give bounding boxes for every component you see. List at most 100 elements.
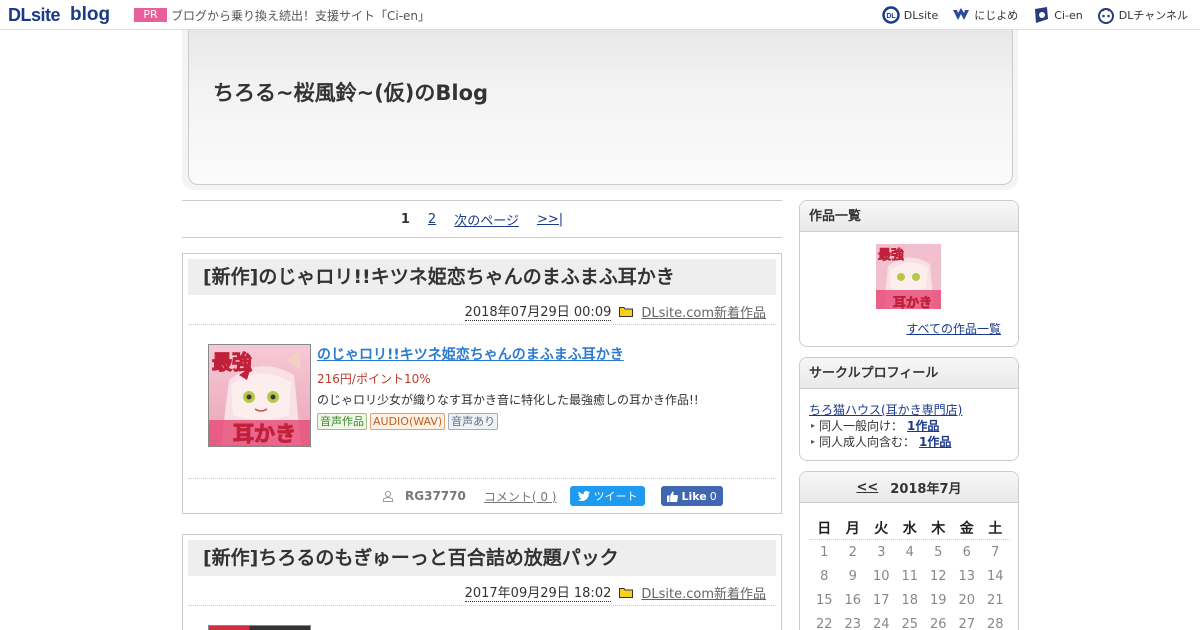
calendar-weekday-row: 日 月 火 水 木 金 土 <box>810 516 1010 540</box>
nijiyome-icon <box>953 8 970 20</box>
works-box: 作品一覧 最強 耳かき すべての作品一覧 <box>799 200 1019 347</box>
entry-title[interactable]: [新作]のじゃロリ!!キツネ姫恋ちゃんのまふまふ耳かき <box>188 259 776 295</box>
top-bar: DLsite blog PR ブログから乗り換え続出！支援サイト「Ci-en」 … <box>0 0 1200 30</box>
tag-audio-work[interactable]: 音声作品 <box>317 413 367 430</box>
calendar-day: 12 <box>929 568 947 584</box>
blog-header <box>188 30 1013 185</box>
calendar-day: 20 <box>958 592 976 608</box>
pager-current: 1 <box>400 211 410 227</box>
work-title-link[interactable]: のじゃロリ!!キツネ姫恋ちゃんのまふまふ耳かき <box>317 347 624 363</box>
calendar-week-row: 15 16 17 18 19 20 21 <box>810 588 1010 612</box>
top-links: DL DLsite にじよめ Ci-en DLチャンネル <box>882 4 1188 26</box>
calendar-day: 16 <box>844 592 862 608</box>
calendar-week-row: 8 9 10 11 12 13 14 <box>810 564 1010 588</box>
calendar-day: 24 <box>872 616 890 630</box>
calendar-day: 7 <box>991 544 1000 560</box>
calendar-day: 11 <box>901 568 919 584</box>
weekday-label: 土 <box>988 520 1003 537</box>
divider <box>188 324 776 325</box>
weekday-label: 金 <box>959 520 974 537</box>
toplink-dlsite[interactable]: DL DLsite <box>882 6 938 24</box>
adult-label: 同人成人向含む： <box>819 435 916 449</box>
facebook-like-button[interactable]: Like 0 <box>661 486 723 506</box>
calendar-day: 19 <box>929 592 947 608</box>
pr-link[interactable]: ブログから乗り換え続出！支援サイト「Ci-en」 <box>171 7 430 24</box>
dlsite-logo-text: DLsite <box>8 4 61 25</box>
calendar-day: 2 <box>848 544 857 560</box>
calendar-header: << 2018年7月 <box>800 472 1018 503</box>
circle-name-link[interactable]: ちろ猫ハウス(耳かき専門店) <box>809 401 962 418</box>
pager-page-2[interactable]: 2 <box>428 212 436 227</box>
entry-date: 2018年07月29日 00:09 <box>464 301 612 321</box>
tag-audio-wav[interactable]: AUDIO(WAV) <box>370 413 446 430</box>
profile-general-line: ▸ 同人一般向け： 1作品 <box>811 417 939 434</box>
calendar-day: 3 <box>877 544 886 560</box>
tweet-button[interactable]: ツイート <box>570 486 646 506</box>
twitter-bird-icon <box>578 491 591 501</box>
calendar-day: 26 <box>929 616 947 630</box>
entry-category-link[interactable]: DLsite.com新着作品 <box>641 302 766 321</box>
blog-entry: [新作]のじゃロリ!!キツネ姫恋ちゃんのまふまふ耳かき 2018年07月29日 … <box>182 253 782 514</box>
blog-title[interactable]: ちろる~桜風鈴~(仮)のBlog <box>213 77 488 107</box>
calendar-day: 1 <box>820 544 829 560</box>
pr-badge: PR <box>134 8 167 22</box>
entry-date: 2017年09月29日 18:02 <box>464 582 612 602</box>
blog-entry: [新作]ちろるのもぎゅーっと百合詰め放題パック 2017年09月29日 18:0… <box>182 534 782 630</box>
calendar-prev-link[interactable]: << <box>856 480 878 495</box>
entry-meta: 2017年09月29日 18:02 DLsite.com新着作品 <box>464 582 766 602</box>
entry-meta: 2018年07月29日 00:09 DLsite.com新着作品 <box>464 301 766 321</box>
toplink-label: Ci-en <box>1054 8 1083 22</box>
calendar-day: 14 <box>986 568 1004 584</box>
calendar-week-row: 1 2 3 4 5 6 7 <box>810 540 1010 564</box>
all-works-link[interactable]: すべての作品一覧 <box>906 320 1001 337</box>
work-thumbnail[interactable] <box>208 625 311 630</box>
dlchannel-icon <box>1097 8 1114 24</box>
like-count: 0 <box>709 489 717 503</box>
entry-category-link[interactable]: DLsite.com新着作品 <box>641 583 766 602</box>
tweet-label: ツイート <box>593 490 638 503</box>
calendar-day: 25 <box>901 616 919 630</box>
toplink-dlchannel[interactable]: DLチャンネル <box>1097 6 1188 24</box>
entry-title[interactable]: [新作]ちろるのもぎゅーっと百合詰め放題パック <box>188 540 776 576</box>
toplink-label: にじよめ <box>974 9 1019 22</box>
calendar-day: 4 <box>905 544 914 560</box>
weekday-label: 水 <box>902 520 917 537</box>
calendar-day: 13 <box>958 568 976 584</box>
thumb-caption-bottom: 耳かき <box>233 422 297 447</box>
tag-has-voice[interactable]: 音声あり <box>448 413 499 430</box>
calendar-day: 5 <box>934 544 943 560</box>
calendar-week-row: 22 23 24 25 26 27 28 <box>810 612 1010 630</box>
calendar-day: 28 <box>986 616 1004 630</box>
calendar-day: 22 <box>815 616 833 630</box>
toplink-label: DLチャンネル <box>1118 9 1188 22</box>
dlsite-icon: DL <box>882 6 900 24</box>
pager-last[interactable]: >>| <box>537 212 563 227</box>
arrow-right-icon: ▸ <box>811 421 816 430</box>
entry-author: RG37770 <box>405 489 466 503</box>
sidebar-thumb-caption-bottom: 耳かき <box>893 296 933 312</box>
folder-icon <box>619 587 634 598</box>
ci-en-icon <box>1035 7 1049 23</box>
sidebar-thumb-caption-top: 最強 <box>878 248 905 264</box>
toplink-ci-en[interactable]: Ci-en <box>1032 6 1083 24</box>
svg-text:DL: DL <box>886 13 896 20</box>
thumbs-up-icon <box>667 491 679 502</box>
blog-logo-text: blog <box>70 4 111 25</box>
calendar-day: 8 <box>820 568 829 584</box>
pagination: 1 2 次のページ >>| <box>182 200 782 238</box>
calendar-day: 10 <box>872 568 890 584</box>
dlsite-blog-logo[interactable]: DLsite blog <box>8 4 110 26</box>
calendar-day: 27 <box>958 616 976 630</box>
profile-heading: サークルプロフィール <box>800 358 1018 389</box>
folder-icon <box>619 306 634 317</box>
pager-next[interactable]: 次のページ <box>454 210 519 229</box>
weekday-label: 火 <box>874 520 889 537</box>
toplink-nijiyome[interactable]: にじよめ <box>952 6 1018 24</box>
profile-adult-line: ▸ 同人成人向含む： 1作品 <box>811 433 951 450</box>
comment-link[interactable]: コメント( 0 ) <box>484 488 557 505</box>
general-count-link[interactable]: 1作品 <box>907 417 939 434</box>
weekday-label: 日 <box>817 520 832 537</box>
weekday-label: 木 <box>931 520 946 537</box>
calendar-month: 2018年7月 <box>890 481 962 497</box>
adult-count-link[interactable]: 1作品 <box>919 433 951 450</box>
